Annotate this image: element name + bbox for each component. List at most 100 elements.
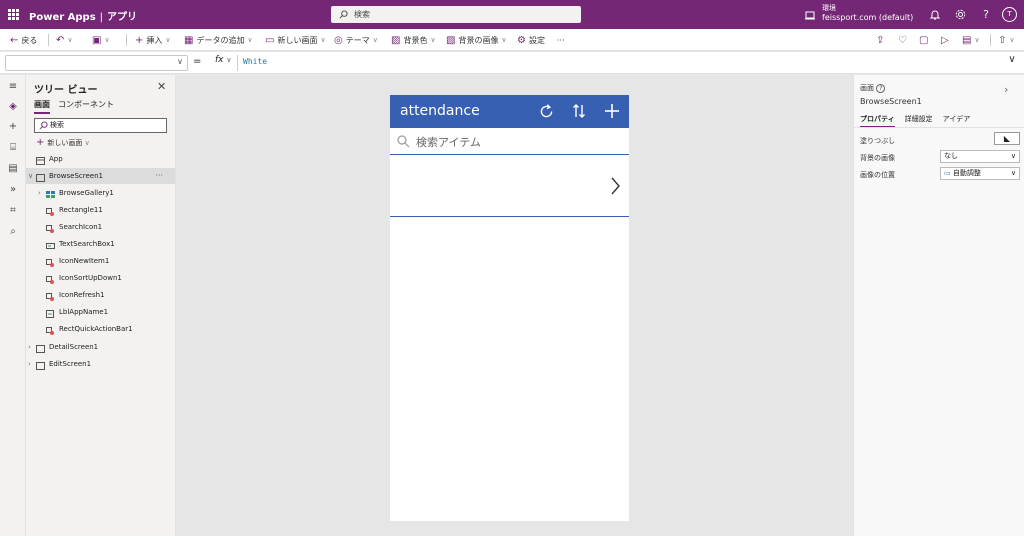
- variables-icon[interactable]: ⌗: [6, 204, 20, 218]
- tree-node-searchicon1[interactable]: SearchIcon1: [26, 219, 175, 235]
- app-launcher-icon[interactable]: [8, 9, 19, 20]
- chevron-down-icon: ∨: [430, 36, 436, 44]
- avatar[interactable]: T: [1002, 7, 1017, 22]
- new-screen-button[interactable]: ▭ 新しい画面 ∨: [265, 33, 326, 47]
- app-header-bar[interactable]: attendance: [390, 95, 629, 128]
- search-icon[interactable]: ⌕: [6, 225, 20, 239]
- shape-icon: [46, 206, 55, 216]
- plus-icon[interactable]: [602, 101, 622, 121]
- tree-node-app[interactable]: App: [26, 151, 175, 167]
- preview-button[interactable]: ▷: [941, 33, 949, 47]
- comments-button[interactable]: ▢: [919, 33, 928, 47]
- screen-icon: [36, 360, 45, 370]
- undo-icon: ↶: [56, 34, 65, 46]
- expand-formula-button[interactable]: ∨: [1003, 54, 1021, 72]
- chevron-down-icon: ∨: [501, 36, 507, 44]
- background-image-label: 背景の画像: [860, 154, 895, 162]
- background-image-button[interactable]: ▧ 背景の画像 ∨: [446, 33, 507, 47]
- tree-node-lblappname1[interactable]: LblAppName1: [26, 304, 175, 320]
- notification-bell-icon[interactable]: [929, 8, 941, 20]
- tree-node-textsearchbox1[interactable]: TextSearchBox1: [26, 236, 175, 252]
- app-checker-button[interactable]: ♡: [898, 33, 907, 47]
- clipboard-icon: ▣: [92, 34, 102, 46]
- chevron-down-icon: ∨: [372, 36, 378, 44]
- tree-node-iconrefresh1[interactable]: IconRefresh1: [26, 287, 175, 303]
- tab-components[interactable]: コンポーネント: [58, 99, 114, 114]
- add-data-button[interactable]: ▦ データの追加 ∨: [184, 33, 253, 47]
- undo-button[interactable]: ↶ ∨: [56, 33, 73, 47]
- data-icon[interactable]: ⌸: [6, 141, 20, 155]
- tab-advanced[interactable]: 詳細設定: [905, 114, 933, 128]
- insert-button[interactable]: + 挿入 ∨: [135, 33, 171, 47]
- tab-ideas[interactable]: アイデア: [943, 114, 971, 128]
- help-icon[interactable]: ?: [980, 8, 992, 21]
- background-image-dropdown[interactable]: なし ∨: [940, 150, 1020, 163]
- tree-node-label: SearchIcon1: [59, 223, 103, 231]
- settings-button[interactable]: ⚙ 設定: [517, 33, 545, 47]
- layers-icon[interactable]: ◈: [6, 100, 20, 114]
- tree-node-label: BrowseGallery1: [59, 189, 114, 197]
- close-icon[interactable]: ✕: [157, 80, 166, 93]
- icon-control-icon: [46, 223, 55, 233]
- power-automate-icon[interactable]: »: [6, 183, 20, 197]
- fx-button[interactable]: fx ∨: [212, 55, 238, 71]
- new-screen-link[interactable]: + 新しい画面 ∨: [36, 137, 90, 148]
- formula-input[interactable]: White: [243, 57, 267, 66]
- share-button[interactable]: ⇪: [876, 33, 884, 47]
- tab-screens[interactable]: 画面: [34, 99, 50, 114]
- tree-search-placeholder: 検索: [50, 121, 64, 129]
- tab-properties[interactable]: プロパティ: [860, 114, 895, 128]
- more-options-icon[interactable]: ···: [155, 168, 163, 184]
- tree-node-browsegallery1[interactable]: › BrowseGallery1: [26, 185, 175, 201]
- chevron-right-icon[interactable]: ›: [1004, 83, 1008, 96]
- media-icon[interactable]: ▤: [6, 162, 20, 176]
- command-bar: ← 戻る ↶ ∨ ▣ ∨ + 挿入 ∨ ▦ データの追加 ∨ ▭ 新しい画面 ∨ ◎ テーマ ∨ ▨ 背…: [0, 29, 1024, 51]
- tree-node-iconnewitem1[interactable]: IconNewItem1: [26, 253, 175, 269]
- refresh-icon[interactable]: [536, 101, 556, 121]
- more-commands-button[interactable]: ···: [557, 33, 565, 47]
- screen-icon: [36, 172, 45, 182]
- tree-node-browsescreen1[interactable]: ∨ BrowseScreen1 ···: [26, 168, 175, 184]
- fill-color-button[interactable]: ◣: [994, 132, 1020, 145]
- text-input-icon: [46, 240, 55, 249]
- tree-search-input[interactable]: 検索: [34, 118, 167, 133]
- global-search-input[interactable]: 検索: [331, 6, 581, 23]
- design-canvas[interactable]: attendance 検索アイテム: [176, 75, 853, 536]
- help-icon[interactable]: ?: [876, 84, 886, 93]
- tree-node-rectangle11[interactable]: Rectangle11: [26, 202, 175, 218]
- chevron-down-icon: ∨: [84, 139, 90, 147]
- gear-icon[interactable]: [954, 8, 966, 20]
- publish-button[interactable]: ⇧ ∨: [998, 33, 1015, 47]
- hamburger-icon[interactable]: ≡: [6, 80, 20, 94]
- background-color-button[interactable]: ▨ 背景色 ∨: [391, 33, 436, 47]
- new-screen-icon: ▭: [265, 34, 275, 46]
- environment-icon[interactable]: [804, 9, 816, 21]
- save-button[interactable]: ▤ ∨: [962, 33, 980, 47]
- app-title-label[interactable]: attendance: [400, 103, 480, 119]
- search-icon: [39, 121, 48, 130]
- property-selector[interactable]: ∨: [5, 55, 188, 71]
- back-button[interactable]: ← 戻る: [10, 33, 37, 47]
- shape-icon: [46, 325, 55, 335]
- theme-button[interactable]: ◎ テーマ ∨: [334, 33, 378, 47]
- sort-up-down-icon[interactable]: [569, 101, 589, 121]
- tree-node-detailscreen1[interactable]: › DetailScreen1: [26, 339, 175, 355]
- chevron-down-icon: ∨: [165, 36, 171, 44]
- gallery-item[interactable]: [390, 156, 629, 217]
- product-name[interactable]: Power Apps: [29, 12, 96, 23]
- tree-node-editscreen1[interactable]: › EditScreen1: [26, 356, 175, 372]
- play-icon: ▷: [941, 34, 949, 46]
- back-label: 戻る: [21, 35, 38, 45]
- tree-node-iconsortupdown1[interactable]: IconSortUpDown1: [26, 270, 175, 286]
- insert-plus-icon[interactable]: +: [6, 120, 20, 134]
- tree-node-rectquickactionbar1[interactable]: RectQuickActionBar1: [26, 321, 175, 337]
- image-position-dropdown[interactable]: ▭ 自動調整 ∨: [940, 167, 1020, 180]
- paste-button[interactable]: ▣ ∨: [92, 33, 110, 47]
- app-screen-preview[interactable]: attendance 検索アイテム: [390, 95, 629, 521]
- divider: [990, 34, 991, 46]
- environment-name: feissport.com (default): [822, 13, 914, 22]
- app-search-box[interactable]: 検索アイテム: [390, 128, 629, 155]
- environment-info[interactable]: 環境 feissport.com (default): [822, 4, 913, 22]
- chevron-right-icon[interactable]: [610, 177, 620, 195]
- properties-tabs: プロパティ 詳細設定 アイデア: [860, 114, 970, 128]
